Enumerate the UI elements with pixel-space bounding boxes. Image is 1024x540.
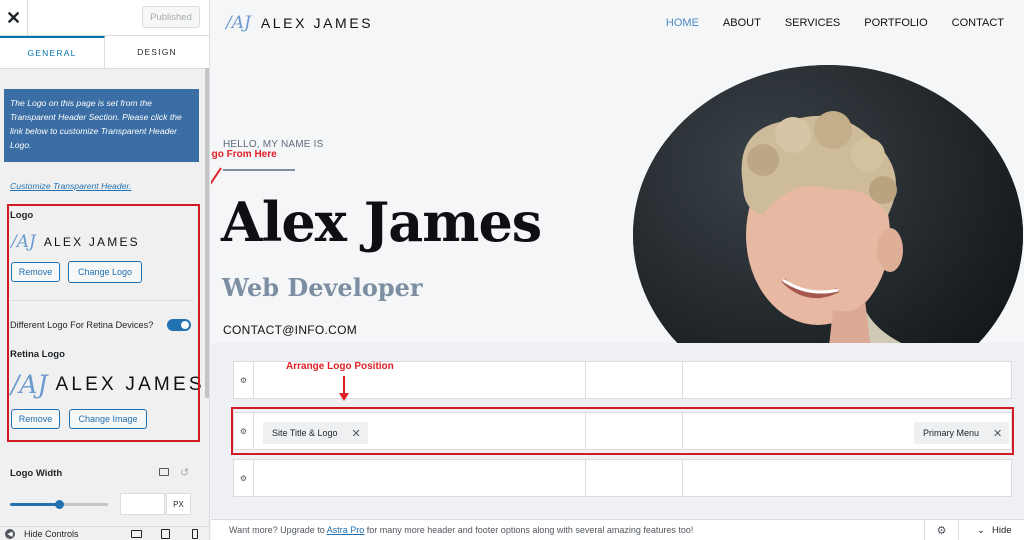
logo-highlight-box bbox=[7, 204, 200, 442]
hide-label: Hide bbox=[991, 524, 1012, 536]
logo-width-slider[interactable] bbox=[10, 500, 108, 509]
upgrade-text-end: for many more header and footer options … bbox=[364, 525, 694, 535]
builder-row-below[interactable]: ⚙ bbox=[233, 459, 1012, 497]
gear-icon[interactable]: ⚙ bbox=[234, 460, 254, 496]
chevron-down-icon: ⌄ bbox=[977, 524, 985, 536]
tab-design[interactable]: DESIGN bbox=[105, 36, 209, 68]
transparent-header-notice: The Logo on this page is set from the Tr… bbox=[4, 89, 199, 162]
hero-contact[interactable]: CONTACT@INFO.COM bbox=[223, 323, 357, 337]
site-preview: /AJ ALEX JAMES HOME ABOUT SERVICES PORTF… bbox=[211, 0, 1024, 540]
gear-icon[interactable]: ⚙ bbox=[924, 520, 959, 540]
tablet-preview-icon[interactable] bbox=[161, 529, 170, 539]
sidebar-scrollbar[interactable] bbox=[205, 68, 209, 398]
logo-width-input[interactable] bbox=[120, 493, 165, 515]
hide-controls-button[interactable]: Hide Controls bbox=[24, 529, 79, 539]
menu-item-about[interactable]: ABOUT bbox=[723, 17, 761, 29]
mobile-preview-icon[interactable] bbox=[192, 529, 198, 539]
annotation-down-arrow-icon bbox=[339, 376, 349, 401]
reset-icon[interactable]: ↺ bbox=[180, 466, 189, 479]
menu-item-services[interactable]: SERVICES bbox=[785, 17, 840, 29]
position-highlight-box bbox=[231, 407, 1014, 455]
desktop-icon[interactable] bbox=[159, 468, 169, 476]
gear-icon[interactable]: ⚙ bbox=[234, 362, 254, 398]
logo-width-label: Logo Width bbox=[10, 468, 63, 479]
site-logo-text: ALEX JAMES bbox=[260, 15, 374, 31]
sidebar-topbar: ✕ Published bbox=[0, 0, 209, 36]
column-divider bbox=[682, 460, 683, 496]
hero-role: Web Developer bbox=[222, 273, 423, 302]
slider-knob[interactable] bbox=[55, 500, 64, 509]
menu-item-home[interactable]: HOME bbox=[666, 17, 699, 29]
annotation-change-logo: Change Logo From Here bbox=[211, 149, 277, 160]
upgrade-text: Want more? Upgrade to bbox=[229, 525, 327, 535]
builder-footer: Want more? Upgrade to Astra Pro for many… bbox=[211, 519, 1024, 540]
column-divider bbox=[585, 362, 586, 398]
panel-tabs: GENERAL DESIGN bbox=[0, 36, 209, 69]
upgrade-message: Want more? Upgrade to Astra Pro for many… bbox=[229, 525, 693, 535]
site-logo[interactable]: /AJ ALEX JAMES bbox=[226, 13, 373, 33]
desktop-preview-icon[interactable] bbox=[131, 530, 142, 538]
slider-fill bbox=[10, 503, 59, 506]
unit-label[interactable]: PX bbox=[166, 493, 191, 515]
hide-builder-button[interactable]: ⌄ Hide bbox=[977, 520, 1012, 540]
sidebar-footer: ◀ Hide Controls bbox=[0, 526, 209, 540]
menu-item-portfolio[interactable]: PORTFOLIO bbox=[864, 17, 927, 29]
customizer-sidebar: ✕ Published GENERAL DESIGN The Logo on t… bbox=[0, 0, 210, 540]
menu-item-contact[interactable]: CONTACT bbox=[952, 17, 1004, 29]
hero-name: Alex James bbox=[221, 190, 542, 254]
annotation-arrange-logo: Arrange Logo Position bbox=[286, 361, 394, 372]
column-divider bbox=[682, 362, 683, 398]
intro-underline bbox=[223, 169, 295, 171]
collapse-icon[interactable]: ◀ bbox=[5, 528, 15, 539]
primary-menu: HOME ABOUT SERVICES PORTFOLIO CONTACT bbox=[666, 17, 1004, 29]
column-divider bbox=[585, 460, 586, 496]
close-icon[interactable]: ✕ bbox=[0, 0, 28, 36]
published-button[interactable]: Published bbox=[142, 6, 200, 28]
tab-general[interactable]: GENERAL bbox=[0, 36, 105, 68]
customize-transparent-header-link[interactable]: Customize Transparent Header. bbox=[10, 181, 131, 191]
site-logo-mark: /AJ bbox=[226, 13, 251, 33]
astra-pro-link[interactable]: Astra Pro bbox=[327, 525, 365, 535]
